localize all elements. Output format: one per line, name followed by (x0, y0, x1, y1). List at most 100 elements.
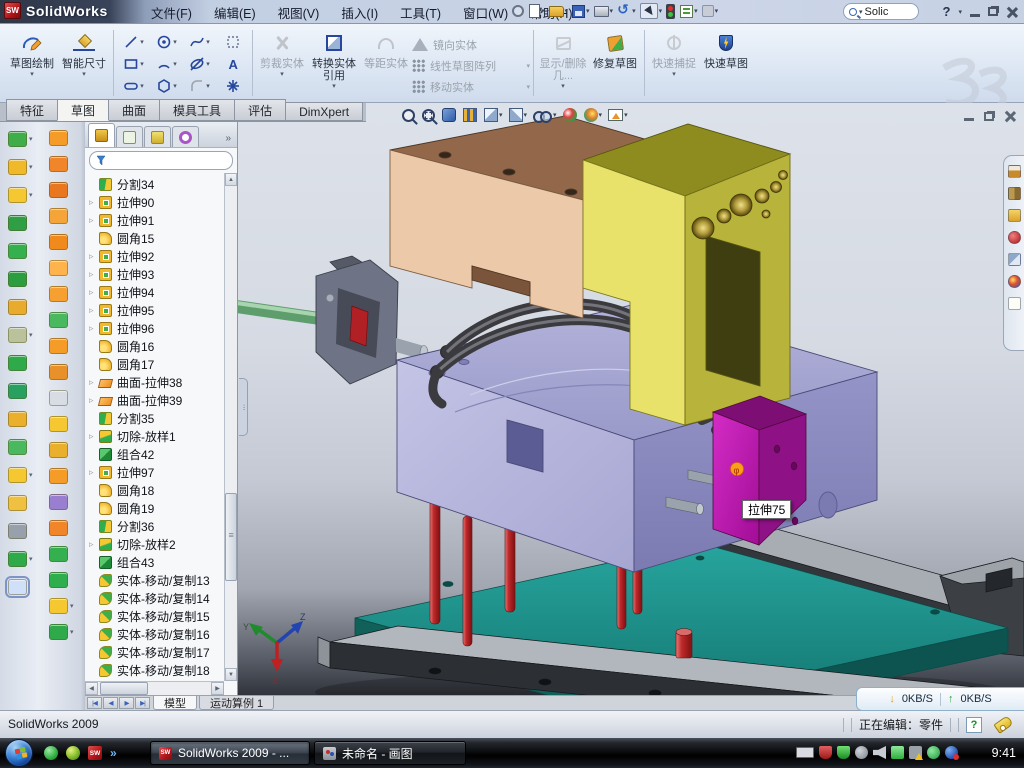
section-view-icon[interactable] (463, 108, 478, 122)
search-icon[interactable] (1008, 231, 1021, 244)
zoom-fit-icon[interactable] (402, 109, 416, 122)
untrim-surface-icon[interactable] (49, 411, 77, 437)
feature-tree-item[interactable]: 圆角17 (85, 355, 224, 373)
arc-tool-button[interactable]: ▾ (150, 53, 183, 74)
linear-pattern-icon[interactable]: ▾ (8, 321, 36, 349)
keyboard-icon[interactable] (796, 747, 814, 758)
antivirus-shield-icon[interactable] (819, 746, 832, 759)
feature-tree-item[interactable]: ▹ 切除-放样2 (85, 535, 224, 553)
close-button[interactable] (1006, 6, 1018, 18)
curve-2-icon[interactable]: ▾ (49, 619, 77, 645)
mirror-entities-button[interactable]: 镜向实体 (412, 35, 530, 54)
help-caret-icon[interactable]: ▾ (958, 8, 962, 16)
help-button[interactable]: ? (943, 4, 951, 19)
expand-arrow-icon[interactable]: ▹ (89, 215, 99, 226)
tab-nav-button[interactable]: ◀ (103, 697, 118, 709)
radiate-surface-icon[interactable] (49, 333, 77, 359)
rebuild-icon[interactable] (666, 4, 676, 19)
search-input[interactable] (865, 6, 909, 18)
cylinder-icon[interactable] (49, 567, 77, 593)
display-style-icon[interactable]: ▾ (484, 108, 503, 122)
display-delete-relations-button[interactable]: 显示/删除几...▾ (537, 27, 589, 99)
combine-icon[interactable] (8, 349, 36, 377)
command-tab[interactable]: DimXpert (285, 102, 363, 121)
menu-item[interactable]: 插入(I) (330, 0, 389, 25)
tree-vertical-scrollbar[interactable]: ▲ ▼ (224, 173, 237, 681)
command-tab[interactable]: 特征 (6, 99, 58, 121)
convert-entities-button[interactable]: 转换实体引用▾ (308, 27, 360, 99)
hide-show-items-icon[interactable]: ▾ (533, 109, 557, 122)
feature-tree-item[interactable]: 圆角19 (85, 499, 224, 517)
security-shield-icon[interactable] (837, 746, 850, 759)
menu-item[interactable]: 窗口(W) (452, 0, 519, 25)
trim-surface-icon[interactable] (49, 385, 77, 411)
revolved-boss-icon[interactable]: ▾ (8, 153, 36, 181)
rectangle-tool-button[interactable]: ▾ (117, 53, 150, 74)
volume-icon[interactable] (873, 746, 886, 759)
feature-tree-item[interactable]: ▹ 拉伸96 (85, 319, 224, 337)
feature-tree-item[interactable]: ▹ 曲面-拉伸39 (85, 391, 224, 409)
feature-tree-item[interactable]: 圆角16 (85, 337, 224, 355)
ellipse-tool-button[interactable]: ▾ (183, 53, 216, 74)
command-tab[interactable]: 曲面 (108, 99, 160, 121)
feature-tree-item[interactable]: ▹ 拉伸92 (85, 247, 224, 265)
start-button[interactable] (5, 739, 33, 767)
quick-launch-chevron-icon[interactable]: » (110, 746, 117, 760)
design-library-icon[interactable] (1008, 187, 1021, 200)
plane-icon[interactable] (8, 489, 36, 517)
doc-minimize-button[interactable] (964, 111, 974, 121)
options-icon[interactable]: ▾ (680, 5, 698, 18)
tag-icon[interactable] (993, 715, 1013, 734)
usb-device-icon[interactable] (891, 746, 904, 759)
hole-wizard-icon[interactable] (8, 293, 36, 321)
planar-surface-icon[interactable] (49, 281, 77, 307)
expand-arrow-icon[interactable]: ▹ (89, 251, 99, 262)
expand-arrow-icon[interactable]: ▹ (89, 305, 99, 316)
select-icon[interactable]: ▾ (640, 3, 663, 19)
expand-arrow-icon[interactable]: ▹ (89, 269, 99, 280)
parting-line-icon[interactable] (49, 437, 77, 463)
scroll-down-icon[interactable]: ▼ (225, 668, 237, 681)
sketch-fillet-tool-button[interactable]: ▾ (183, 75, 216, 96)
offset-entities-button[interactable]: 等距实体 (360, 27, 412, 99)
undo-icon[interactable]: ▾ (617, 4, 636, 18)
custom-properties-icon[interactable] (1008, 297, 1021, 310)
health-shield-icon[interactable] (927, 746, 940, 759)
more-tabs-chevron-icon[interactable]: » (225, 133, 234, 147)
shut-off-surface-icon[interactable] (49, 489, 77, 515)
expand-arrow-icon[interactable]: ▹ (89, 197, 99, 208)
feature-tree-item[interactable]: 圆角15 (85, 229, 224, 247)
axis-icon[interactable] (8, 517, 36, 545)
repair-sketch-button[interactable]: 修复草图 (589, 27, 641, 99)
feature-manager-tab[interactable] (88, 123, 115, 147)
panel-splitter-handle[interactable]: ⋯ (239, 378, 248, 436)
revolved-cut-icon[interactable] (8, 265, 36, 293)
view-palette-icon[interactable] (1008, 253, 1021, 266)
slide-block[interactable]: φ (713, 396, 806, 545)
tab-nav-button[interactable]: ▶| (135, 697, 150, 709)
configuration-manager-tab[interactable] (144, 126, 171, 147)
save-icon[interactable]: ▾ (572, 5, 590, 18)
appearances-icon[interactable] (1008, 275, 1021, 288)
filled-surface-icon[interactable] (49, 255, 77, 281)
feature-tree-item[interactable]: ▹ 切除-放样1 (85, 427, 224, 445)
scroll-up-icon[interactable]: ▲ (225, 173, 237, 186)
feature-tree-item[interactable]: 分割34 (85, 175, 224, 193)
view-orientation-icon[interactable]: ▾ (509, 108, 528, 122)
slot-tool-button[interactable]: ▾ (117, 75, 150, 96)
menu-item[interactable]: 视图(V) (267, 0, 331, 25)
point-tool-button[interactable] (216, 75, 249, 96)
feature-tree-item[interactable]: ▹ 拉伸97 (85, 463, 224, 481)
expand-arrow-icon[interactable]: ▹ (89, 431, 99, 442)
boss-body-icon[interactable] (8, 405, 36, 433)
expand-arrow-icon[interactable]: ▹ (89, 539, 99, 550)
move-copy-body-icon[interactable] (8, 433, 36, 461)
feature-tree-item[interactable]: 实体-移动/复制17 (85, 643, 224, 661)
expand-arrow-icon[interactable]: ▹ (89, 287, 99, 298)
instant3d-icon[interactable] (8, 573, 36, 601)
chevron-down-icon[interactable]: ▾ (859, 8, 863, 16)
spline-tool-button[interactable]: ▾ (183, 31, 216, 52)
feature-tree-item[interactable]: ▹ 曲面-拉伸38 (85, 373, 224, 391)
feature-tree-item[interactable]: 实体-移动/复制18 (85, 661, 224, 679)
linear-sketch-pattern-button[interactable]: 线性草图阵列▾ (412, 56, 530, 75)
